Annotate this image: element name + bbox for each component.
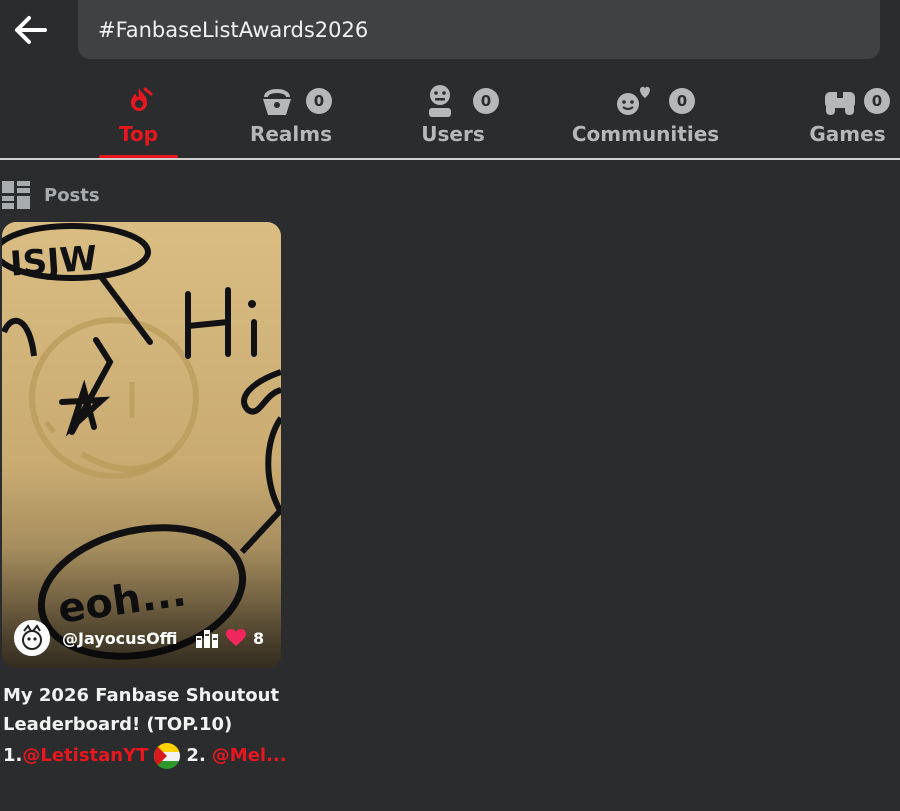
tab-top[interactable]: Top: [99, 82, 178, 158]
games-count-badge: 0: [864, 88, 890, 114]
post-title[interactable]: My 2026 Fanbase Shoutout Leaderboard! (T…: [3, 681, 293, 739]
grid-icon: [2, 181, 30, 209]
back-button[interactable]: [10, 10, 52, 50]
tab-communities-label: Communities: [571, 122, 720, 146]
tab-realms-label: Realms: [249, 122, 333, 146]
post-card[interactable]: ISJW eoh... @JayocusOffi: [2, 222, 281, 668]
mention-link-2[interactable]: @Mel...: [212, 745, 287, 766]
users-count-badge: 0: [473, 88, 499, 114]
author-avatar-image: [16, 622, 48, 654]
posts-section-header: Posts: [2, 179, 100, 211]
fire-icon: [130, 87, 152, 111]
svg-text:ISJW: ISJW: [9, 239, 99, 285]
realm-icon: [263, 89, 291, 115]
category-tabs: Top 0 Realms 0 Users 0 Communities 0 Gam…: [0, 82, 900, 160]
like-button[interactable]: 8: [226, 629, 264, 648]
tab-games-label: Games: [809, 122, 886, 146]
mention-link-1[interactable]: @LetistanYT: [22, 745, 148, 766]
leaderboard-icon: [196, 628, 218, 648]
like-count: 8: [253, 628, 265, 648]
gamepad-icon: [824, 92, 855, 115]
communities-count-badge: 0: [669, 88, 695, 114]
tab-communities[interactable]: 0 Communities: [572, 82, 719, 158]
tabs-divider: [0, 158, 900, 160]
tab-top-label: Top: [118, 122, 159, 146]
tab-users[interactable]: 0 Users: [413, 82, 499, 158]
community-icon: [616, 86, 650, 115]
tab-realms[interactable]: 0 Realms: [246, 82, 336, 158]
post-card-footer: @JayocusOffi 8: [14, 620, 269, 656]
arrow-left-icon: [15, 16, 47, 44]
search-bar[interactable]: [78, 0, 880, 59]
heart-icon: [226, 629, 246, 646]
rank-2-prefix: 2.: [186, 745, 206, 766]
tab-users-label: Users: [421, 122, 485, 146]
realms-count-badge: 0: [306, 88, 332, 114]
posts-section-title: Posts: [44, 184, 100, 206]
user-icon: [429, 85, 451, 117]
post-author[interactable]: @JayocusOffi: [62, 629, 180, 648]
rank-1-prefix: 1.: [3, 745, 23, 766]
search-input[interactable]: [98, 17, 880, 42]
tab-games[interactable]: 0 Games: [805, 82, 890, 158]
flag-icon: [154, 742, 181, 769]
avatar[interactable]: [14, 620, 50, 656]
post-preview-text: 1. @LetistanYT 2. @Mel...: [3, 741, 293, 770]
